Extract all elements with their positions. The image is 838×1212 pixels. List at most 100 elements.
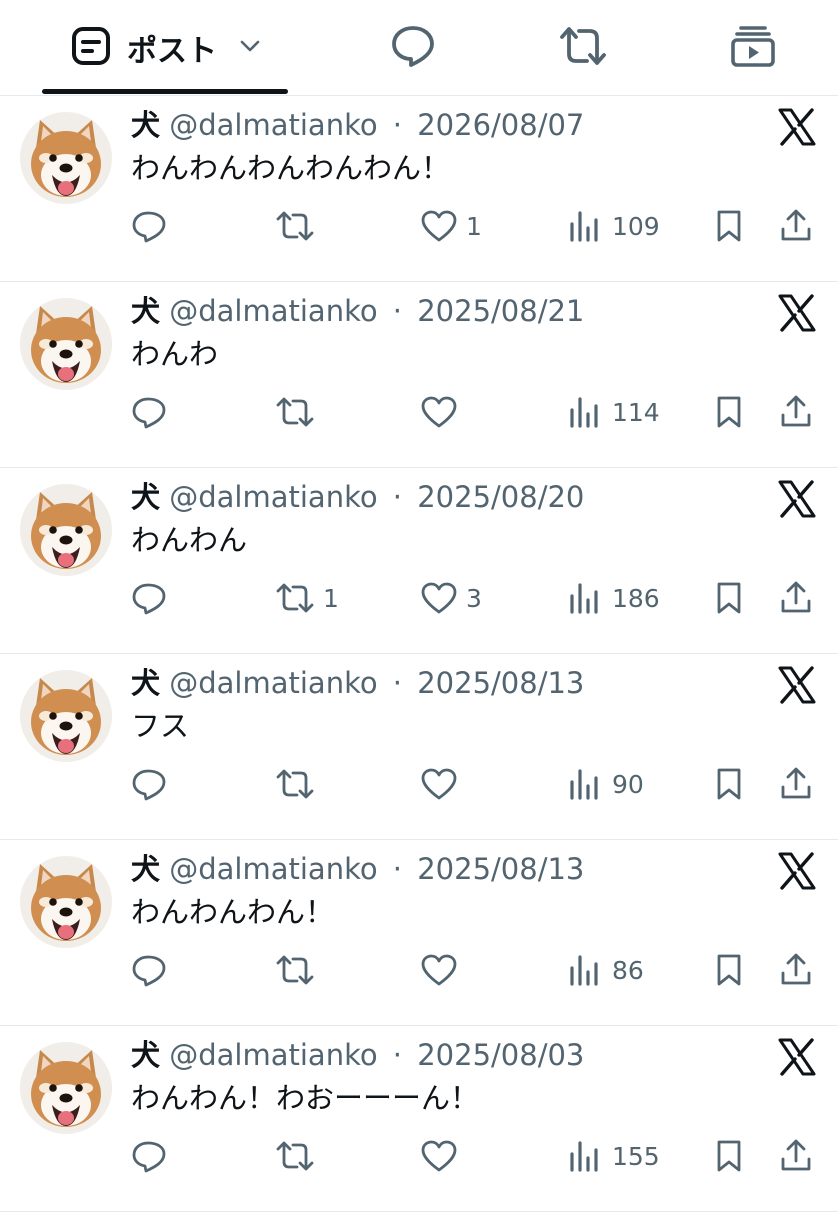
bookmark-icon bbox=[712, 952, 746, 988]
views-count: 114 bbox=[612, 397, 660, 427]
views-bar-chart-icon bbox=[568, 581, 600, 615]
repost-button[interactable] bbox=[275, 204, 323, 248]
tab-reposts[interactable] bbox=[543, 0, 623, 95]
post-date[interactable]: 2025/08/13 bbox=[417, 666, 584, 700]
views-bar-chart-icon bbox=[568, 767, 600, 801]
post-date[interactable]: 2025/08/21 bbox=[417, 294, 584, 328]
bookmark-button[interactable] bbox=[712, 948, 746, 992]
reply-button[interactable] bbox=[131, 1134, 167, 1178]
like-button[interactable] bbox=[420, 1134, 466, 1178]
x-logo-icon bbox=[778, 294, 816, 332]
bookmark-button[interactable] bbox=[712, 576, 746, 620]
profile-tab-bar: ポスト bbox=[0, 0, 838, 96]
post-actions: 1 3 186 bbox=[0, 576, 838, 620]
user-handle[interactable]: @dalmatianko bbox=[169, 852, 377, 886]
repost-icon bbox=[275, 766, 315, 802]
reply-button[interactable] bbox=[131, 948, 167, 992]
reply-button[interactable] bbox=[131, 390, 167, 434]
views-button[interactable]: 109 bbox=[568, 204, 660, 248]
post-actions: 86 bbox=[0, 948, 838, 992]
bookmark-button[interactable] bbox=[712, 204, 746, 248]
views-button[interactable]: 186 bbox=[568, 576, 660, 620]
share-button[interactable] bbox=[778, 576, 814, 620]
post[interactable]: 犬 @dalmatianko · 2025/08/13 フス 90 bbox=[0, 654, 838, 840]
like-button[interactable] bbox=[420, 948, 466, 992]
tab-media[interactable] bbox=[713, 0, 793, 95]
post[interactable]: 犬 @dalmatianko · 2025/08/13 わんわんわん！ 86 bbox=[0, 840, 838, 1026]
chevron-down-icon[interactable] bbox=[239, 38, 261, 57]
post[interactable]: 犬 @dalmatianko · 2025/08/03 わんわん！わおーーーん！ bbox=[0, 1026, 838, 1212]
display-name[interactable]: 犬 bbox=[131, 852, 160, 886]
repost-button[interactable] bbox=[275, 1134, 323, 1178]
bookmark-button[interactable] bbox=[712, 762, 746, 806]
like-button[interactable]: 1 bbox=[420, 204, 482, 248]
repost-icon bbox=[275, 394, 315, 430]
repost-icon bbox=[275, 1138, 315, 1174]
post-actions: 114 bbox=[0, 390, 838, 434]
user-handle[interactable]: @dalmatianko bbox=[169, 294, 377, 328]
avatar[interactable] bbox=[20, 1042, 112, 1134]
avatar[interactable] bbox=[20, 298, 112, 390]
tab-replies[interactable] bbox=[373, 0, 453, 95]
post-text: わんわんわん！ bbox=[131, 895, 335, 929]
share-button[interactable] bbox=[778, 948, 814, 992]
post-date[interactable]: 2025/08/20 bbox=[417, 480, 584, 514]
bookmark-button[interactable] bbox=[712, 390, 746, 434]
views-button[interactable]: 155 bbox=[568, 1134, 660, 1178]
x-logo-icon bbox=[778, 108, 816, 146]
display-name[interactable]: 犬 bbox=[131, 666, 160, 700]
share-button[interactable] bbox=[778, 1134, 814, 1178]
user-handle[interactable]: @dalmatianko bbox=[169, 666, 377, 700]
post-actions: 90 bbox=[0, 762, 838, 806]
display-name[interactable]: 犬 bbox=[131, 480, 160, 514]
separator-dot: · bbox=[392, 480, 403, 514]
heart-icon bbox=[420, 580, 458, 616]
repost-button[interactable] bbox=[275, 762, 323, 806]
user-handle[interactable]: @dalmatianko bbox=[169, 480, 377, 514]
reply-icon bbox=[131, 394, 167, 430]
post[interactable]: 犬 @dalmatianko · 2025/08/21 わんわ 114 bbox=[0, 282, 838, 468]
post[interactable]: 犬 @dalmatianko · 2025/08/20 わんわん 1 3 186 bbox=[0, 468, 838, 654]
share-button[interactable] bbox=[778, 390, 814, 434]
repost-count: 1 bbox=[323, 583, 339, 613]
avatar[interactable] bbox=[20, 112, 112, 204]
repost-button[interactable]: 1 bbox=[275, 576, 339, 620]
user-handle[interactable]: @dalmatianko bbox=[169, 1038, 377, 1072]
share-icon bbox=[778, 1138, 814, 1174]
display-name[interactable]: 犬 bbox=[131, 108, 160, 142]
post-header: 犬 @dalmatianko · 2025/08/20 bbox=[131, 478, 584, 516]
display-name[interactable]: 犬 bbox=[131, 294, 160, 328]
views-button[interactable]: 90 bbox=[568, 762, 644, 806]
separator-dot: · bbox=[392, 108, 403, 142]
share-icon bbox=[778, 580, 814, 616]
heart-icon bbox=[420, 1138, 458, 1174]
share-button[interactable] bbox=[778, 204, 814, 248]
user-handle[interactable]: @dalmatianko bbox=[169, 108, 377, 142]
separator-dot: · bbox=[392, 1038, 403, 1072]
active-tab-indicator bbox=[42, 89, 288, 94]
post-date[interactable]: 2026/08/07 bbox=[417, 108, 584, 142]
x-logo-icon bbox=[778, 852, 816, 890]
reply-button[interactable] bbox=[131, 204, 167, 248]
avatar[interactable] bbox=[20, 670, 112, 762]
like-button[interactable]: 3 bbox=[420, 576, 482, 620]
display-name[interactable]: 犬 bbox=[131, 1038, 160, 1072]
views-count: 109 bbox=[612, 211, 660, 241]
views-button[interactable]: 114 bbox=[568, 390, 660, 434]
avatar[interactable] bbox=[20, 484, 112, 576]
reply-button[interactable] bbox=[131, 762, 167, 806]
reply-button[interactable] bbox=[131, 576, 167, 620]
repost-button[interactable] bbox=[275, 948, 323, 992]
post-date[interactable]: 2025/08/13 bbox=[417, 852, 584, 886]
views-button[interactable]: 86 bbox=[568, 948, 644, 992]
share-button[interactable] bbox=[778, 762, 814, 806]
tab-posts[interactable]: ポスト bbox=[42, 0, 288, 95]
post-date[interactable]: 2025/08/03 bbox=[417, 1038, 584, 1072]
repost-button[interactable] bbox=[275, 390, 323, 434]
post[interactable]: 犬 @dalmatianko · 2026/08/07 わんわんわんわんわん！ bbox=[0, 96, 838, 282]
like-button[interactable] bbox=[420, 390, 466, 434]
avatar[interactable] bbox=[20, 856, 112, 948]
bookmark-button[interactable] bbox=[712, 1134, 746, 1178]
like-button[interactable] bbox=[420, 762, 466, 806]
separator-dot: · bbox=[392, 852, 403, 886]
